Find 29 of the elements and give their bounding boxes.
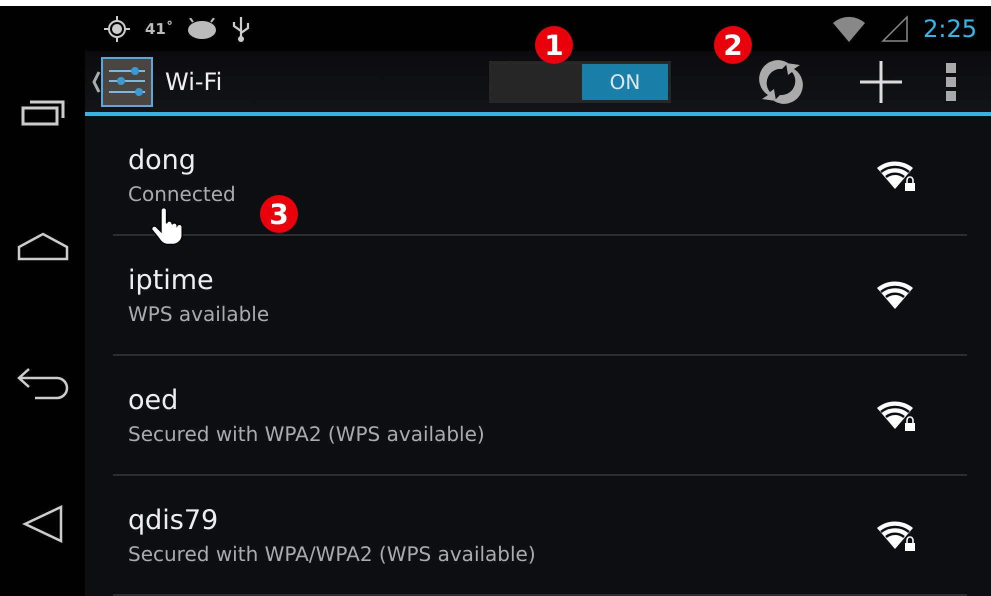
refresh-icon[interactable] (758, 58, 804, 105)
network-name: oed (128, 384, 180, 416)
network-status: Secured with WPA2 (WPS available) (128, 422, 486, 446)
screen-title: Wi-Fi (165, 68, 222, 96)
hand-pointer-icon (150, 208, 184, 246)
network-status: Secured with WPA/WPA2 (WPS available) (128, 542, 537, 566)
network-name: dong (128, 144, 197, 176)
wifi-toggle[interactable]: ON (489, 60, 671, 103)
overflow-menu-icon[interactable] (945, 62, 957, 102)
triangle-icon[interactable] (20, 504, 64, 544)
plus-icon[interactable] (858, 58, 904, 105)
settings-sliders-icon[interactable] (101, 56, 153, 107)
network-row[interactable]: oed Secured with WPA2 (WPS available) (113, 356, 967, 476)
clock-time: 2:25 (923, 14, 977, 43)
gps-icon (103, 14, 131, 43)
temperature-text: 41˚ (145, 20, 174, 38)
network-name: qdis79 (128, 504, 220, 536)
recent-apps-icon[interactable] (20, 98, 64, 128)
network-status: Connected (128, 182, 237, 206)
wifi-signal-icon (831, 14, 868, 43)
network-name: iptime (128, 264, 215, 296)
network-row[interactable]: iptime WPS available (113, 236, 967, 356)
home-icon[interactable] (16, 231, 70, 262)
network-row[interactable]: qdis79 Secured with WPA/WPA2 (WPS available) (113, 476, 967, 596)
network-status: WPS available (128, 302, 270, 326)
android-icon (187, 18, 218, 40)
up-caret-icon[interactable] (91, 70, 101, 94)
cell-signal-icon (881, 14, 910, 43)
usb-icon (231, 14, 252, 43)
